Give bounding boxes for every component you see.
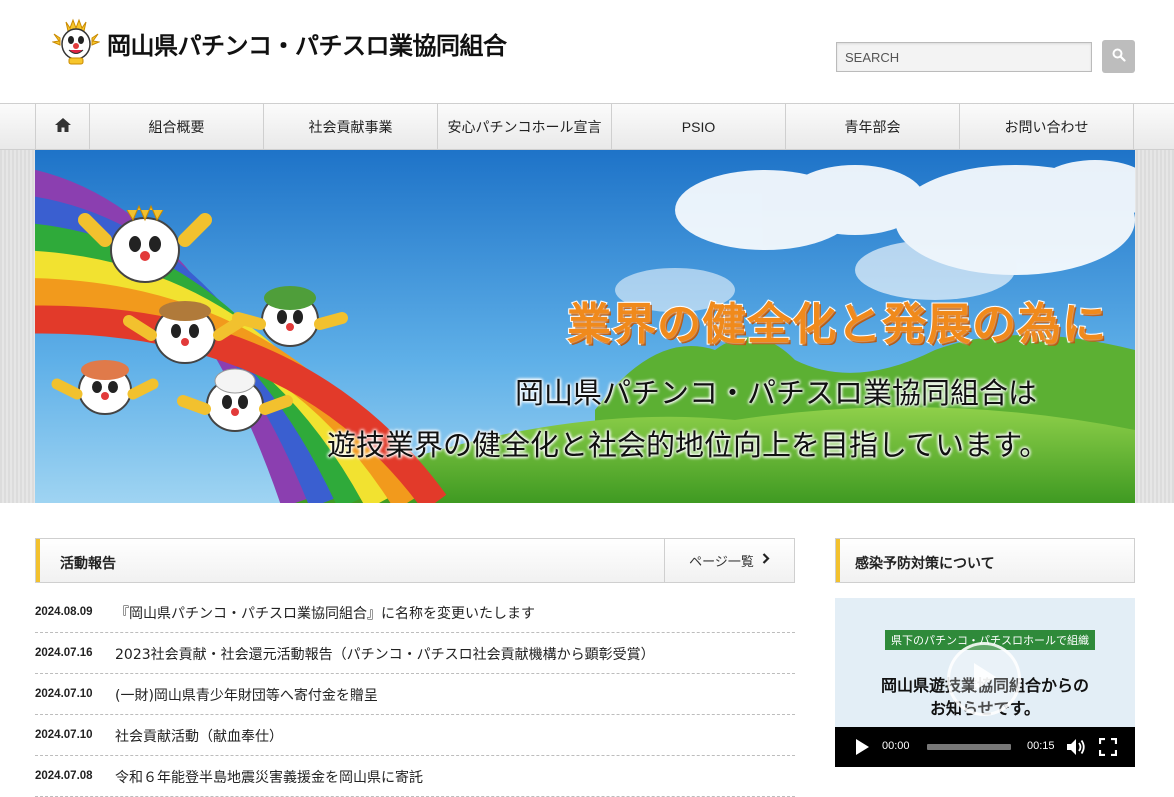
- nav-item-safe-hall-declaration[interactable]: 安心パチンコホール宣言: [438, 104, 612, 149]
- hero-banner: 業界の健全化と発展の為に 岡山県パチンコ・パチスロ業協同組合は 遊技業界の健全化…: [35, 150, 1135, 503]
- news-item[interactable]: 2024.08.09 『岡山県パチンコ・パチスロ業協同組合』に名称を変更いたしま…: [35, 592, 795, 633]
- play-icon: [970, 661, 998, 697]
- chevron-right-icon: [762, 553, 770, 568]
- news-item[interactable]: 2024.07.16 2023社会貢献・社会還元活動報告（パチンコ・パチスロ社会…: [35, 633, 795, 674]
- nav-item-youth-division[interactable]: 青年部会: [786, 104, 960, 149]
- news-title-link[interactable]: (一財)岡山県青少年財団等へ寄付金を贈呈: [115, 685, 378, 705]
- video-duration: 00:15: [1027, 740, 1055, 752]
- page-list-button[interactable]: ページ一覧: [664, 539, 794, 582]
- home-icon: [54, 118, 71, 135]
- news-date: 2024.08.09: [35, 606, 93, 618]
- site-title[interactable]: 岡山県パチンコ・パチスロ業協同組合: [107, 26, 507, 61]
- fullscreen-icon[interactable]: [1098, 737, 1118, 757]
- global-nav-bar: 組合概要 社会貢献事業 安心パチンコホール宣言 PSIO 青年部会 お問い合わせ: [0, 103, 1174, 150]
- page-list-label: ページ一覧: [689, 555, 754, 570]
- nav-item-social-contribution[interactable]: 社会貢献事業: [264, 104, 438, 149]
- nav-item-psio[interactable]: PSIO: [612, 104, 786, 149]
- news-title-link[interactable]: 2023社会貢献・社会還元活動報告（パチンコ・パチスロ社会貢献機構から顕彰受賞）: [115, 644, 655, 664]
- site-header: 岡山県パチンコ・パチスロ業協同組合: [0, 0, 1174, 103]
- mascot-logo-icon[interactable]: [51, 16, 101, 66]
- news-date: 2024.07.10: [35, 688, 93, 700]
- sidebar-section-header: 感染予防対策について: [835, 538, 1135, 583]
- news-date: 2024.07.10: [35, 729, 93, 741]
- nav-item-contact[interactable]: お問い合わせ: [960, 104, 1134, 149]
- news-title-link[interactable]: 『岡山県パチンコ・パチスロ業協同組合』に名称を変更いたします: [115, 603, 535, 623]
- section-accent-bar: [836, 539, 840, 582]
- news-date: 2024.07.16: [35, 647, 93, 659]
- news-list: 2024.08.09 『岡山県パチンコ・パチスロ業協同組合』に名称を変更いたしま…: [35, 592, 795, 797]
- sidebar-section-title: 感染予防対策について: [855, 556, 995, 572]
- news-date: 2024.07.08: [35, 770, 93, 782]
- global-nav: 組合概要 社会貢献事業 安心パチンコホール宣言 PSIO 青年部会 お問い合わせ: [35, 104, 1134, 149]
- search-icon: [1112, 48, 1126, 65]
- search-button[interactable]: [1102, 40, 1135, 73]
- news-title-link[interactable]: 社会貢献活動（献血奉仕）: [115, 726, 283, 746]
- news-item[interactable]: 2024.07.10 (一財)岡山県青少年財団等へ寄付金を贈呈: [35, 674, 795, 715]
- play-icon[interactable]: [853, 738, 871, 756]
- volume-icon[interactable]: [1066, 738, 1086, 756]
- hero-tagline-line2: 遊技業界の健全化と社会的地位向上を目指しています。: [327, 428, 1049, 462]
- nav-home-button[interactable]: [35, 104, 90, 149]
- search-input[interactable]: [836, 42, 1092, 72]
- news-item[interactable]: 2024.07.10 社会貢献活動（献血奉仕）: [35, 715, 795, 756]
- video-controls: 00:00 00:15: [835, 727, 1135, 767]
- news-section-title: 活動報告: [60, 556, 116, 572]
- news-title-link[interactable]: 令和６年能登半島地震災害義援金を岡山県に寄託: [115, 767, 423, 787]
- video-progress-slider[interactable]: [927, 744, 1011, 750]
- section-accent-bar: [36, 539, 40, 582]
- news-item[interactable]: 2024.07.08 令和６年能登半島地震災害義援金を岡山県に寄託: [35, 756, 795, 797]
- big-play-button[interactable]: [947, 642, 1021, 716]
- nav-item-about[interactable]: 組合概要: [90, 104, 264, 149]
- video-current-time: 00:00: [882, 740, 910, 752]
- hero-tagline-line1: 岡山県パチンコ・パチスロ業協同組合は: [515, 376, 1038, 410]
- hero-headline: 業界の健全化と発展の為に: [566, 298, 1107, 351]
- news-section-header: 活動報告 ページ一覧: [35, 538, 795, 583]
- video-player[interactable]: 県下のパチンコ・パチスロホールで組織 岡山県遊技業協同組合からの お知らせです。…: [835, 598, 1135, 767]
